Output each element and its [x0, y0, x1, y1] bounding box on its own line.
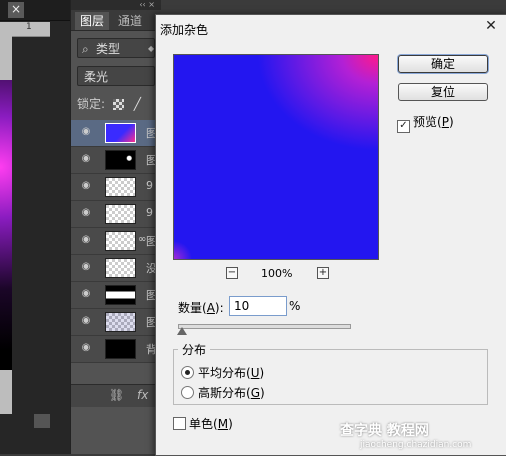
close-icon[interactable]: ✕ — [483, 18, 499, 34]
amount-text: 数量 — [178, 301, 203, 315]
eye-icon[interactable]: ◉ — [79, 127, 93, 137]
scrollbar-thumb[interactable] — [34, 414, 50, 428]
uniform-label: 平均分布 — [198, 366, 247, 380]
zoom-in-button[interactable]: + — [317, 267, 329, 279]
lock-label: 锁定: — [77, 97, 106, 111]
layer-filter-select[interactable]: ⌕ 类型 ◆ — [77, 38, 155, 58]
layer-row[interactable]: ◉ 背 — [71, 336, 161, 363]
radio-icon — [181, 386, 194, 399]
uniform-hotkey: U — [250, 366, 260, 380]
gaussian-radio[interactable]: 高斯分布(G) — [181, 384, 265, 401]
canvas-area[interactable]: × 1 — [0, 0, 70, 454]
document-image — [0, 80, 12, 370]
dialog-titlebar[interactable]: 添加杂色 ✕ — [156, 15, 506, 41]
zoom-level: 100% — [261, 267, 293, 280]
layer-thumbnail — [105, 231, 136, 251]
ok-button[interactable]: 确定 — [398, 55, 488, 73]
eye-icon[interactable]: ◉ — [79, 316, 93, 326]
layer-thumbnail — [105, 312, 136, 332]
panel-tabs: 图层 通道 — [71, 10, 161, 31]
amount-slider-thumb[interactable] — [177, 327, 187, 335]
eye-icon[interactable]: ◉ — [79, 235, 93, 245]
amount-slider[interactable] — [178, 324, 351, 329]
ruler-mark: 1 — [26, 22, 32, 32]
layer-thumbnail — [105, 258, 136, 278]
amount-input[interactable]: 10 — [229, 296, 287, 316]
document-tab[interactable]: × — [0, 0, 70, 21]
chevron-down-icon: ◆ — [148, 44, 155, 53]
preview-checkbox[interactable]: ✓ 预览(P) — [397, 113, 454, 133]
preview-hotkey: P — [441, 115, 449, 129]
panel-window-controls[interactable]: ‹‹ × — [139, 0, 155, 9]
layers-list: ◉ 图 ◉ 图 ◉ 9 ◉ 9 ◉ ∞ 图 ◉ 没 ◉ 图 ◉ 图 ◉ 背 — [71, 120, 161, 363]
eye-icon[interactable]: ◉ — [79, 154, 93, 164]
dialog-title: 添加杂色 — [160, 23, 209, 37]
layer-row[interactable]: ◉ 图 — [71, 147, 161, 174]
radio-selected-icon — [181, 366, 194, 379]
eye-icon[interactable]: ◉ — [79, 289, 93, 299]
watermark-url: jiaocheng.chazidian.com — [360, 440, 472, 450]
monochromatic-checkbox[interactable]: 单色(M) — [173, 415, 233, 432]
panel-header: ‹‹ × — [71, 0, 161, 10]
watermark: 查字典 教程网 — [340, 423, 429, 439]
tab-channels[interactable]: 通道 — [113, 12, 147, 30]
layer-name: 9 — [146, 206, 153, 219]
gaussian-hotkey: G — [250, 386, 261, 400]
lock-pixels-icon[interactable]: ╱ — [134, 94, 141, 114]
zoom-out-button[interactable]: − — [226, 267, 238, 279]
uniform-radio[interactable]: 平均分布(U) — [181, 364, 264, 381]
layer-row[interactable]: ◉ 9 — [71, 174, 161, 201]
layer-row[interactable]: ◉ 9 — [71, 201, 161, 228]
distribution-label: 分布 — [178, 341, 211, 358]
add-noise-dialog: 添加杂色 ✕ − 100% + 确定 复位 ✓ 预览(P) 数量(A): 10 %… — [155, 14, 506, 456]
tab-layers[interactable]: 图层 — [75, 12, 110, 30]
amount-unit: % — [289, 299, 301, 313]
layer-thumbnail — [105, 123, 136, 143]
layer-row[interactable]: ◉ ∞ 图 — [71, 228, 161, 255]
preview-label: 预览 — [413, 115, 438, 129]
eye-icon[interactable]: ◉ — [79, 181, 93, 191]
gaussian-label: 高斯分布 — [198, 386, 247, 400]
layer-row[interactable]: ◉ 图 — [71, 309, 161, 336]
eye-icon[interactable]: ◉ — [79, 262, 93, 272]
eye-icon[interactable]: ◉ — [79, 343, 93, 353]
filter-preview[interactable] — [173, 54, 379, 260]
layer-thumbnail — [105, 285, 136, 305]
link-layers-icon[interactable]: ⛓ — [109, 388, 124, 402]
layer-thumbnail — [105, 150, 136, 170]
fx-icon[interactable]: fx — [137, 388, 148, 402]
layers-panel: ‹‹ × 图层 通道 ⌕ 类型 ◆ 柔光 锁定: ╱ ◉ 图 ◉ 图 ◉ 9 ◉ — [70, 0, 161, 454]
filter-label: 类型 — [96, 42, 121, 56]
ruler-top: 1 — [0, 22, 50, 37]
checkmark-icon: ✓ — [397, 120, 410, 133]
amount-hotkey: A — [206, 301, 215, 315]
reset-button[interactable]: 复位 — [398, 83, 488, 101]
panel-footer: ⛓ fx — [71, 384, 161, 407]
zoom-controls: − 100% + — [173, 267, 379, 281]
search-icon: ⌕ — [82, 42, 89, 56]
lock-row: 锁定: ╱ — [77, 94, 141, 114]
layer-thumbnail — [105, 339, 136, 359]
lock-transparency-icon[interactable] — [112, 99, 124, 110]
layer-row[interactable]: ◉ 没 — [71, 255, 161, 282]
checkbox-icon — [173, 417, 186, 430]
layer-row[interactable]: ◉ 图 — [71, 120, 161, 147]
layer-thumbnail — [105, 204, 136, 224]
layer-name: 9 — [146, 179, 153, 192]
mono-label: 单色 — [189, 417, 214, 431]
layer-thumbnail — [105, 177, 136, 197]
blend-mode-select[interactable]: 柔光 — [77, 66, 155, 86]
close-icon[interactable]: × — [8, 2, 24, 18]
mono-hotkey: M — [217, 417, 229, 431]
eye-icon[interactable]: ◉ — [79, 208, 93, 218]
amount-label: 数量(A): — [178, 301, 224, 315]
layer-row[interactable]: ◉ 图 — [71, 282, 161, 309]
